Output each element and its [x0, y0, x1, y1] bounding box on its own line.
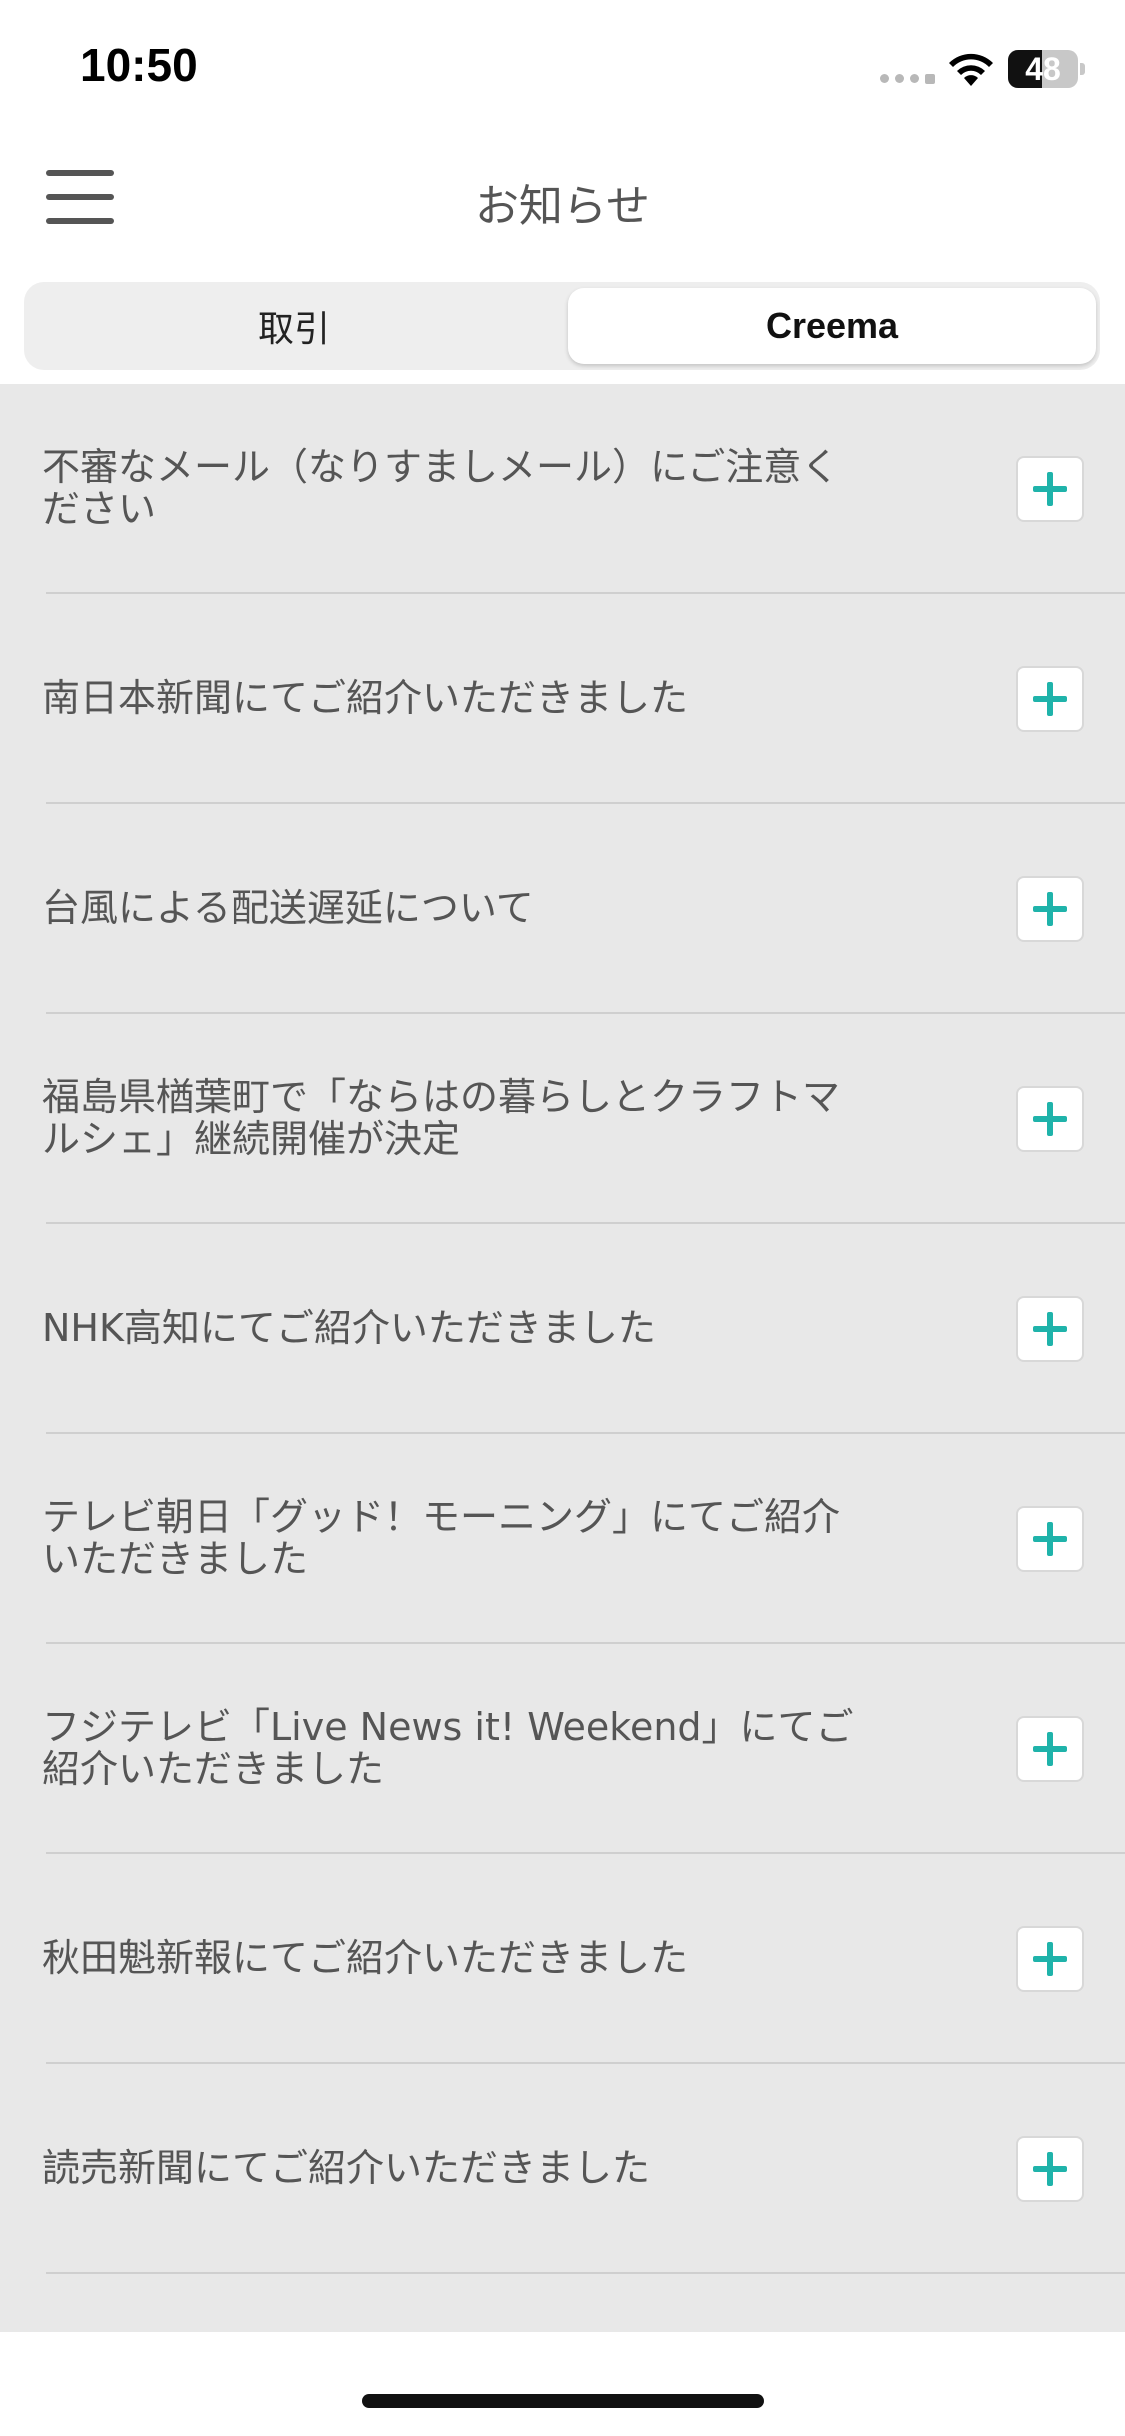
- news-item-title: 台風による配送遅延について: [42, 886, 534, 930]
- news-item[interactable]: 読売新聞にてご紹介いただきました: [42, 2064, 1125, 2274]
- plus-icon: [1033, 892, 1067, 926]
- home-indicator[interactable]: [362, 2394, 764, 2408]
- news-item[interactable]: 福島県楢葉町で「ならはの暮らしとクラフトマ ルシェ」継続開催が決定: [42, 1014, 1125, 1224]
- expand-button[interactable]: [1016, 876, 1084, 942]
- news-item[interactable]: NHK高知にてご紹介いただきました: [42, 1224, 1125, 1434]
- news-item-title: フジテレビ「Live News it! Weekend」にてご 紹介いただきまし…: [42, 1705, 854, 1791]
- expand-button[interactable]: [1016, 1296, 1084, 1362]
- news-item-title: テレビ朝日「グッド！モーニング」にてご紹介 いただきました: [42, 1495, 841, 1581]
- tab-transactions[interactable]: 取引: [30, 288, 558, 364]
- plus-icon: [1033, 472, 1067, 506]
- wifi-icon: [949, 53, 993, 86]
- plus-icon: [1033, 1102, 1067, 1136]
- expand-button[interactable]: [1016, 1716, 1084, 1782]
- news-item-title: 読売新聞にてご紹介いただきました: [42, 2146, 651, 2190]
- news-item-title: 不審なメール（なりすましメール）にご注意く ださい: [42, 445, 840, 531]
- news-item[interactable]: 台風による配送遅延について: [42, 804, 1125, 1014]
- plus-icon: [1033, 1942, 1067, 1976]
- news-list: 不審なメール（なりすましメール）にご注意く ださい 南日本新聞にてご紹介いただき…: [0, 384, 1125, 2332]
- battery-icon: 48: [1008, 50, 1085, 88]
- expand-button[interactable]: [1016, 2136, 1084, 2202]
- news-item-title: 南日本新聞にてご紹介いただきました: [42, 676, 689, 720]
- expand-button[interactable]: [1016, 1086, 1084, 1152]
- plus-icon: [1033, 1522, 1067, 1556]
- expand-button[interactable]: [1016, 1926, 1084, 1992]
- tab-creema[interactable]: Creema: [568, 288, 1096, 364]
- notifications-screen: 10:50 48 お知らせ 取引 Creema 不審なメール（なりすましメール）…: [0, 0, 1125, 2436]
- status-bar: 10:50 48: [0, 0, 1125, 140]
- battery-level: 48: [1025, 51, 1061, 87]
- expand-button[interactable]: [1016, 1506, 1084, 1572]
- plus-icon: [1033, 1312, 1067, 1346]
- navigation-header: お知らせ: [0, 140, 1125, 255]
- expand-button[interactable]: [1016, 456, 1084, 522]
- news-item[interactable]: 南日本新聞にてご紹介いただきました: [42, 594, 1125, 804]
- plus-icon: [1033, 2152, 1067, 2186]
- news-item[interactable]: 不審なメール（なりすましメール）にご注意く ださい: [42, 384, 1125, 594]
- expand-button[interactable]: [1016, 666, 1084, 732]
- status-time: 10:50: [80, 39, 198, 91]
- news-item-title: 秋田魁新報にてご紹介いただきました: [42, 1936, 689, 1980]
- news-item-title: NHK高知にてご紹介いただきました: [42, 1306, 656, 1350]
- news-item[interactable]: フジテレビ「Live News it! Weekend」にてご 紹介いただきまし…: [42, 1644, 1125, 1854]
- plus-icon: [1033, 1732, 1067, 1766]
- plus-icon: [1033, 682, 1067, 716]
- segmented-tab-control: 取引 Creema: [24, 282, 1100, 370]
- page-title: お知らせ: [474, 181, 651, 232]
- news-item[interactable]: 秋田魁新報にてご紹介いただきました: [42, 1854, 1125, 2064]
- news-item[interactable]: テレビ朝日「グッド！モーニング」にてご紹介 いただきました: [42, 1434, 1125, 1644]
- signal-icon: [880, 74, 935, 84]
- news-item-title: 福島県楢葉町で「ならはの暮らしとクラフトマ ルシェ」継続開催が決定: [42, 1075, 841, 1161]
